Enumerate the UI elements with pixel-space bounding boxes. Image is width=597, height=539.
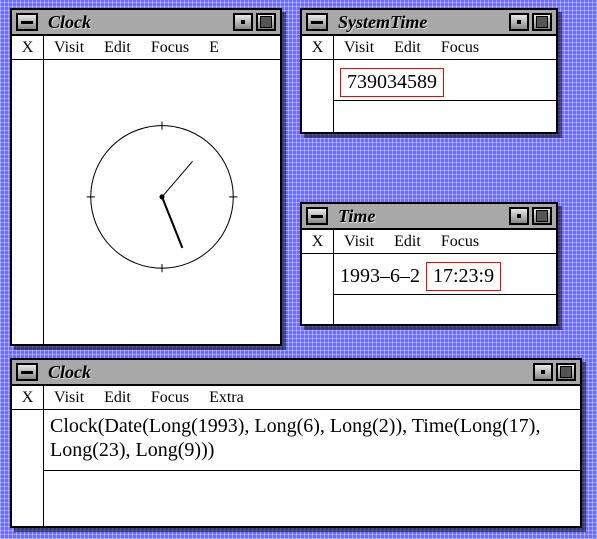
menu-edit[interactable]: Edit — [94, 389, 141, 407]
date-value: 1993–6–2 — [340, 265, 420, 288]
maximize-button[interactable] — [532, 13, 552, 31]
titlebar[interactable]: Time — [302, 204, 556, 230]
menu-visit[interactable]: Visit — [44, 389, 94, 407]
gutter — [302, 254, 334, 324]
menu-extra[interactable]: Extra — [199, 389, 254, 407]
analog-clock-icon — [50, 64, 274, 340]
menubar: X Visit Edit Focus — [302, 230, 556, 254]
clock-expression[interactable]: Clock(Date(Long(1993), Long(6), Long(2))… — [50, 414, 574, 462]
window-clock: Clock X Visit Edit Focus E — [10, 8, 282, 346]
menu-x[interactable]: X — [302, 36, 334, 59]
menubar: X Visit Edit Focus E — [12, 36, 280, 60]
window-title: SystemTime — [332, 12, 505, 33]
minimize-button[interactable] — [233, 13, 253, 31]
minimize-button[interactable] — [509, 207, 529, 225]
menu-visit[interactable]: Visit — [334, 233, 384, 251]
menu-x[interactable]: X — [302, 230, 334, 253]
minimize-button[interactable] — [509, 13, 529, 31]
menu-edit[interactable]: Edit — [384, 233, 431, 251]
maximize-button[interactable] — [532, 207, 552, 225]
menu-focus[interactable]: Focus — [141, 389, 199, 407]
systemtime-value[interactable]: 739034589 — [340, 68, 444, 97]
system-menu-icon[interactable] — [16, 363, 38, 381]
window-title: Clock — [42, 12, 229, 33]
separator — [334, 100, 556, 101]
separator — [334, 294, 556, 295]
menu-edit[interactable]: Edit — [94, 39, 141, 57]
gutter — [302, 60, 334, 132]
system-menu-icon[interactable] — [16, 13, 38, 31]
menu-focus[interactable]: Focus — [431, 39, 489, 57]
menu-focus[interactable]: Focus — [141, 39, 199, 57]
menu-x[interactable]: X — [12, 36, 44, 59]
maximize-button[interactable] — [256, 13, 276, 31]
maximize-button[interactable] — [556, 363, 576, 381]
minimize-button[interactable] — [533, 363, 553, 381]
menu-extra-clipped[interactable]: E — [199, 39, 229, 57]
menu-visit[interactable]: Visit — [334, 39, 384, 57]
menu-visit[interactable]: Visit — [44, 39, 94, 57]
titlebar[interactable]: SystemTime — [302, 10, 556, 36]
menu-edit[interactable]: Edit — [384, 39, 431, 57]
gutter — [12, 60, 44, 344]
menubar: X Visit Edit Focus Extra — [12, 386, 580, 410]
separator — [44, 470, 580, 471]
titlebar[interactable]: Clock — [12, 10, 280, 36]
clock-face-area — [44, 60, 280, 344]
menu-x[interactable]: X — [12, 386, 44, 409]
titlebar[interactable]: Clock — [12, 360, 580, 386]
time-value[interactable]: 17:23:9 — [426, 262, 501, 291]
window-clock-expr: Clock X Visit Edit Focus Extra Clock(Dat… — [10, 358, 582, 528]
system-menu-icon[interactable] — [306, 207, 328, 225]
window-title: Clock — [42, 362, 529, 383]
menu-focus[interactable]: Focus — [431, 233, 489, 251]
menubar: X Visit Edit Focus — [302, 36, 556, 60]
window-title: Time — [332, 206, 505, 227]
window-time: Time X Visit Edit Focus 1993–6–2 17:23:9 — [300, 202, 558, 326]
gutter — [12, 410, 44, 526]
window-systemtime: SystemTime X Visit Edit Focus 739034589 — [300, 8, 558, 134]
system-menu-icon[interactable] — [306, 13, 328, 31]
